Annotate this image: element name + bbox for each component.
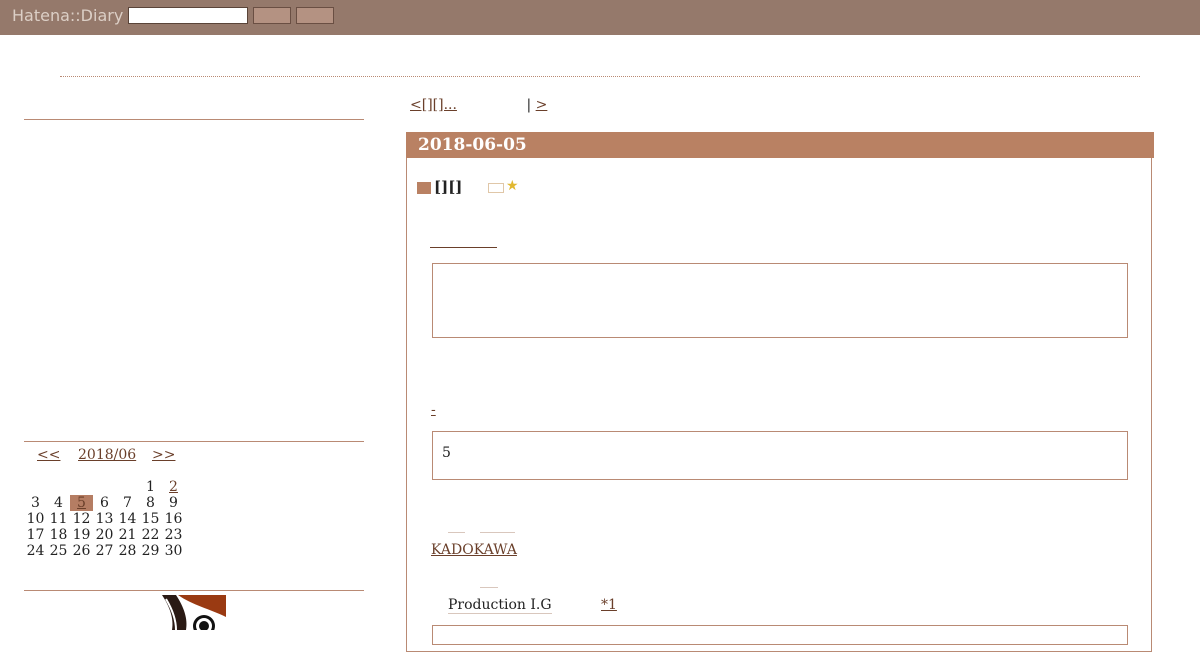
- calendar-day: 21: [118, 527, 137, 543]
- blockquote: 5: [432, 431, 1128, 480]
- calendar-day: 16: [164, 511, 183, 527]
- calendar-day: 20: [95, 527, 114, 543]
- calendar-day: 25: [49, 543, 68, 559]
- section-marker-icon[interactable]: [417, 182, 431, 194]
- calendar-week: 3456789: [24, 495, 185, 511]
- calendar-day: 1: [146, 479, 155, 495]
- calendar-day: 23: [164, 527, 183, 543]
- sidebar-divider: [24, 441, 364, 442]
- calendar-day: [24, 479, 47, 495]
- entry-link[interactable]: [430, 247, 497, 248]
- hatena-bookmark-icon[interactable]: [488, 183, 504, 193]
- next-entry-link[interactable]: >: [536, 97, 562, 113]
- calendar-day: 8: [146, 495, 155, 511]
- calendar-day: 7: [123, 495, 132, 511]
- sidebar-divider: [24, 119, 364, 120]
- calendar-week: 24 25 26 27 28 29 30: [24, 543, 185, 559]
- calendar-week: 12: [24, 479, 185, 495]
- calendar-day: 30: [164, 543, 183, 559]
- kadokawa-link[interactable]: KADOKAWA: [431, 542, 549, 558]
- calendar-day-link[interactable]: 2: [169, 479, 178, 495]
- star-icon[interactable]: ★: [506, 178, 519, 194]
- divider: [480, 587, 498, 588]
- calendar-day[interactable]: 2: [162, 479, 185, 495]
- calendar-day: 27: [95, 543, 114, 559]
- calendar-day: 12: [72, 511, 91, 527]
- entry-link[interactable]: -: [431, 402, 494, 418]
- sidebar-divider: [24, 590, 364, 591]
- calendar-day: [47, 479, 70, 495]
- calendar-day: 22: [141, 527, 160, 543]
- calendar-day: [116, 479, 139, 495]
- calendar-day: 9: [169, 495, 178, 511]
- search-button[interactable]: [253, 7, 291, 24]
- entry-date[interactable]: 2018-06-05: [418, 135, 527, 155]
- calendar-day: [93, 479, 116, 495]
- calendar-day: 4: [54, 495, 63, 511]
- calendar-day: 26: [72, 543, 91, 559]
- production-ig-text: Production I.G: [448, 597, 552, 614]
- section-title[interactable]: [][]: [434, 178, 462, 196]
- prev-entry-link[interactable]: <[][]...: [410, 97, 522, 113]
- divider: [480, 532, 515, 533]
- calendar-day: 11: [49, 511, 68, 527]
- calendar-day: 29: [141, 543, 160, 559]
- calendar-day-link[interactable]: 5: [77, 495, 86, 511]
- calendar-day: 18: [49, 527, 68, 543]
- footnote-link[interactable]: *1: [601, 597, 617, 613]
- calendar: 1 2 3 4 5 6 7 8 9 10 11 12 13 14 15 16 17 18 19 20 21 22 23 24 2…: [24, 479, 185, 559]
- calendar-day[interactable]: 5: [70, 495, 93, 511]
- divider: [448, 532, 465, 533]
- top-bar: Hatena::Diary: [0, 0, 1200, 35]
- profile-icon[interactable]: [162, 595, 226, 630]
- hatena-diary-logo[interactable]: Hatena::Diary: [12, 6, 123, 25]
- calendar-day: 3: [31, 495, 40, 511]
- calendar-prev-link[interactable]: <<: [37, 447, 60, 463]
- blockquote: [432, 625, 1128, 645]
- secondary-button[interactable]: [296, 7, 334, 24]
- calendar-week: 10 11 12 13 14 15 16: [24, 511, 185, 527]
- calendar-day: 10: [26, 511, 45, 527]
- pager: <[][]... | >: [410, 97, 562, 113]
- header-divider: [60, 76, 1140, 77]
- calendar-month-link[interactable]: 2018/06: [78, 447, 136, 463]
- calendar-day: [70, 479, 93, 495]
- calendar-day: 14: [118, 511, 137, 527]
- search-input[interactable]: [128, 7, 248, 24]
- blockquote: [432, 263, 1128, 338]
- calendar-day: 17: [26, 527, 45, 543]
- calendar-day: 13: [95, 511, 114, 527]
- calendar-week: 17 18 19 20 21 22 23: [24, 527, 185, 543]
- calendar-day: 28: [118, 543, 137, 559]
- calendar-next-link[interactable]: >>: [152, 447, 175, 463]
- calendar-day: 6: [100, 495, 109, 511]
- calendar-day: 15: [141, 511, 160, 527]
- pager-separator: |: [526, 97, 532, 113]
- calendar-day: 24: [26, 543, 45, 559]
- entry-box: [406, 132, 1152, 652]
- calendar-day: 19: [72, 527, 91, 543]
